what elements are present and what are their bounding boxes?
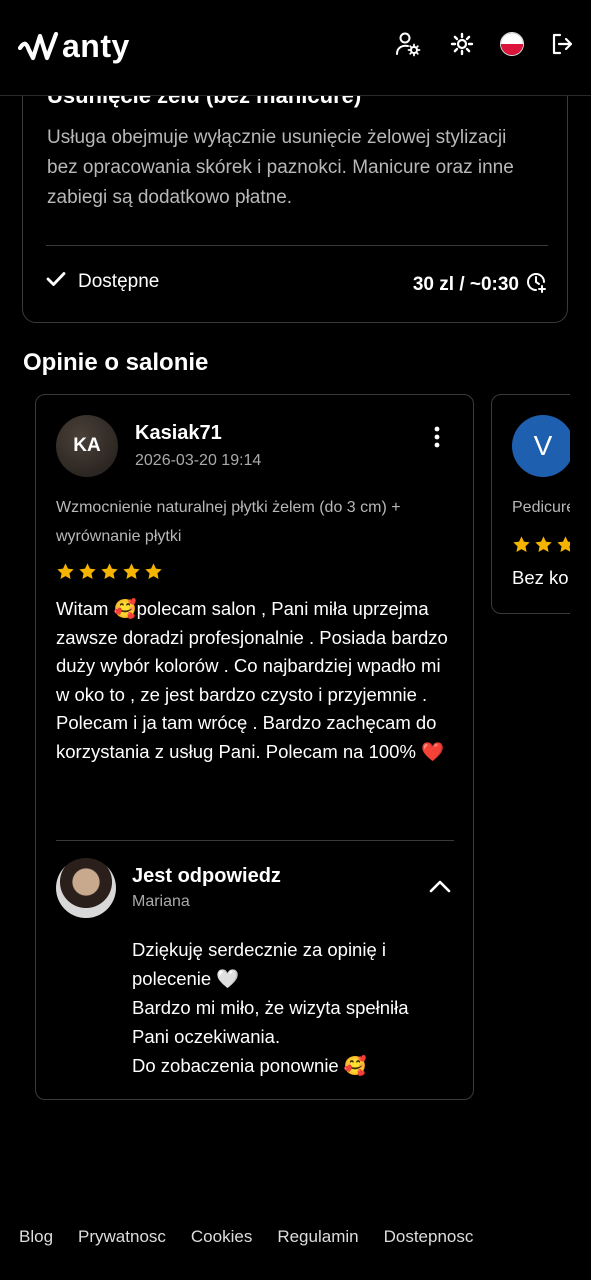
chevron-up-icon[interactable] bbox=[427, 873, 453, 899]
star-rating bbox=[512, 535, 570, 554]
review-date: 2026-03-20 19:14 bbox=[135, 452, 262, 469]
gear-icon[interactable] bbox=[448, 30, 476, 58]
star-icon bbox=[101, 563, 118, 579]
avatar: V bbox=[512, 415, 570, 477]
footer-link-accessibility[interactable]: Dostepnosc bbox=[384, 1227, 474, 1247]
footer-link-cookies[interactable]: Cookies bbox=[191, 1227, 252, 1247]
more-options-icon[interactable] bbox=[425, 423, 449, 451]
footer-links: Blog Prywatnosc Cookies Regulamin Dostep… bbox=[19, 1227, 498, 1247]
star-icon bbox=[57, 563, 74, 579]
reply-line: Dziękuję serdecznie za opinię i poleceni… bbox=[132, 939, 386, 989]
footer-link-terms[interactable]: Regulamin bbox=[277, 1227, 358, 1247]
wanty-logo[interactable]: anty bbox=[18, 24, 130, 68]
star-icon bbox=[513, 536, 530, 552]
logo-w-mark bbox=[18, 31, 59, 61]
star-icon bbox=[557, 536, 570, 552]
divider bbox=[56, 840, 454, 841]
reply-line: Bardzo mi miło, że wizyta spełniła Pani … bbox=[132, 997, 409, 1047]
footer-link-blog[interactable]: Blog bbox=[19, 1227, 53, 1247]
review-text: Bez ko bbox=[512, 567, 569, 588]
star-icon bbox=[123, 563, 140, 579]
reply-text: Dziękuję serdecznie za opinię i poleceni… bbox=[132, 935, 442, 1080]
review-card: KA Kasiak71 2026-03-20 19:14 Wzmocnienie… bbox=[35, 394, 474, 1100]
reviewed-service: Wzmocnienie naturalnej płytki żelem (do … bbox=[56, 499, 401, 545]
star-icon bbox=[535, 536, 552, 552]
star-rating bbox=[56, 562, 163, 581]
reviewed-service: Pedicure bbox=[512, 499, 570, 516]
star-icon bbox=[79, 563, 96, 579]
user-settings-icon[interactable] bbox=[394, 30, 422, 58]
footer-link-privacy[interactable]: Prywatnosc bbox=[78, 1227, 166, 1247]
owner-avatar bbox=[56, 858, 116, 918]
review-text: Witam 🥰polecam salon , Pani miła uprzejm… bbox=[56, 598, 448, 762]
logout-icon[interactable] bbox=[548, 30, 576, 58]
reply-title: Jest odpowiedz bbox=[132, 865, 281, 887]
review-card[interactable]: V Pedicure Bez ko bbox=[491, 394, 570, 614]
star-icon bbox=[145, 563, 162, 579]
reply-line: Do zobaczenia ponownie 🥰 bbox=[132, 1055, 367, 1076]
reviewer-name: Kasiak71 bbox=[135, 422, 222, 444]
app-header: anty bbox=[0, 0, 591, 96]
reply-author: Mariana bbox=[132, 893, 190, 910]
poland-flag-icon[interactable] bbox=[498, 30, 526, 58]
logo-text: anty bbox=[62, 28, 130, 64]
avatar: KA bbox=[56, 415, 118, 477]
